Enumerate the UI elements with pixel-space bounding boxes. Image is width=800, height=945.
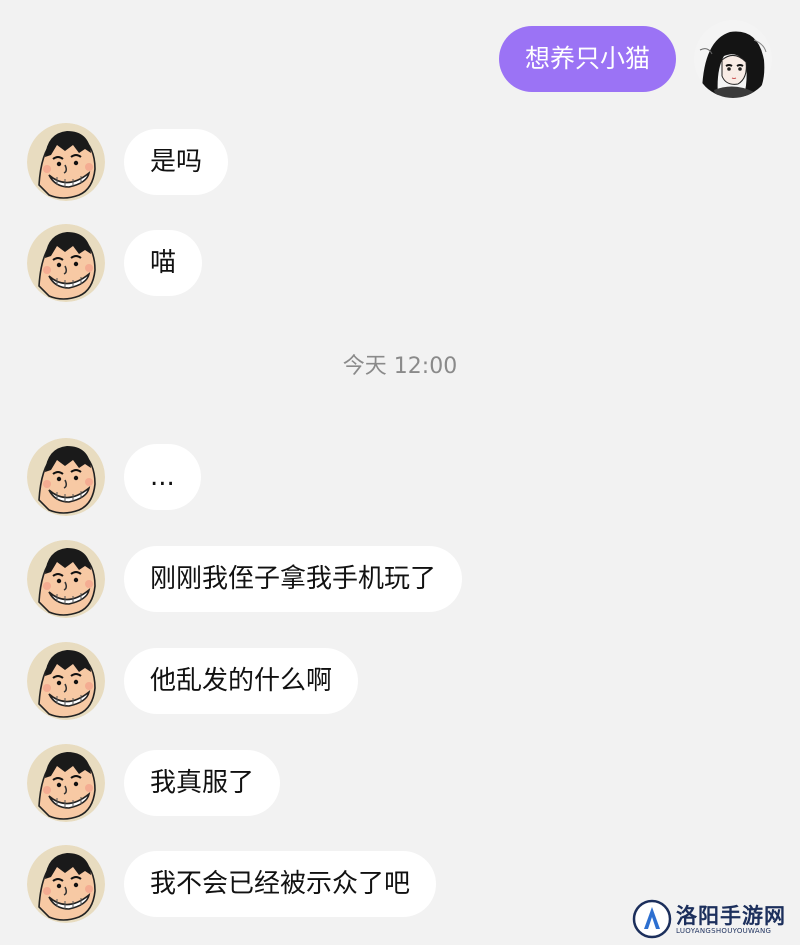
watermark-logo-icon (632, 899, 672, 939)
contact-avatar[interactable] (27, 224, 105, 302)
incoming-message-bubble[interactable]: 我不会已经被示众了吧 (124, 851, 437, 917)
contact-avatar[interactable] (27, 438, 105, 516)
outgoing-message-bubble[interactable]: 想养只小猫 (498, 26, 676, 92)
incoming-message-bubble[interactable]: 刚刚我侄子拿我手机玩了 (124, 546, 463, 612)
contact-avatar[interactable] (27, 123, 105, 201)
watermark-subtitle: LUOYANGSHOUYOUWANG (676, 927, 772, 935)
message-row-incoming: ... (0, 438, 800, 516)
watermark: 洛阳手游网 LUOYANGSHOUYOUWANG (632, 899, 792, 939)
self-avatar[interactable] (694, 20, 772, 98)
incoming-message-bubble[interactable]: 喵 (124, 230, 203, 296)
incoming-message-bubble[interactable]: ... (124, 444, 201, 510)
incoming-message-bubble[interactable]: 我真服了 (124, 750, 281, 816)
contact-avatar[interactable] (27, 845, 105, 923)
message-row-incoming: 刚刚我侄子拿我手机玩了 (0, 540, 800, 618)
contact-avatar[interactable] (27, 540, 105, 618)
watermark-title: 洛阳手游网 (676, 904, 786, 928)
message-row-incoming: 是吗 (0, 123, 800, 201)
chat-screen: 想养只小猫 是吗 喵 今天 12:00 ... 刚刚我侄子拿我手机玩了 他乱发的… (0, 0, 800, 945)
contact-avatar[interactable] (27, 744, 105, 822)
incoming-message-bubble[interactable]: 他乱发的什么啊 (124, 648, 359, 714)
message-row-incoming: 他乱发的什么啊 (0, 642, 800, 720)
contact-avatar[interactable] (27, 642, 105, 720)
chat-timestamp: 今天 12:00 (342, 354, 458, 379)
incoming-message-bubble[interactable]: 是吗 (124, 129, 229, 195)
message-row-incoming: 我真服了 (0, 744, 800, 822)
message-row-outgoing: 想养只小猫 (0, 20, 800, 98)
message-row-incoming: 喵 (0, 224, 800, 302)
